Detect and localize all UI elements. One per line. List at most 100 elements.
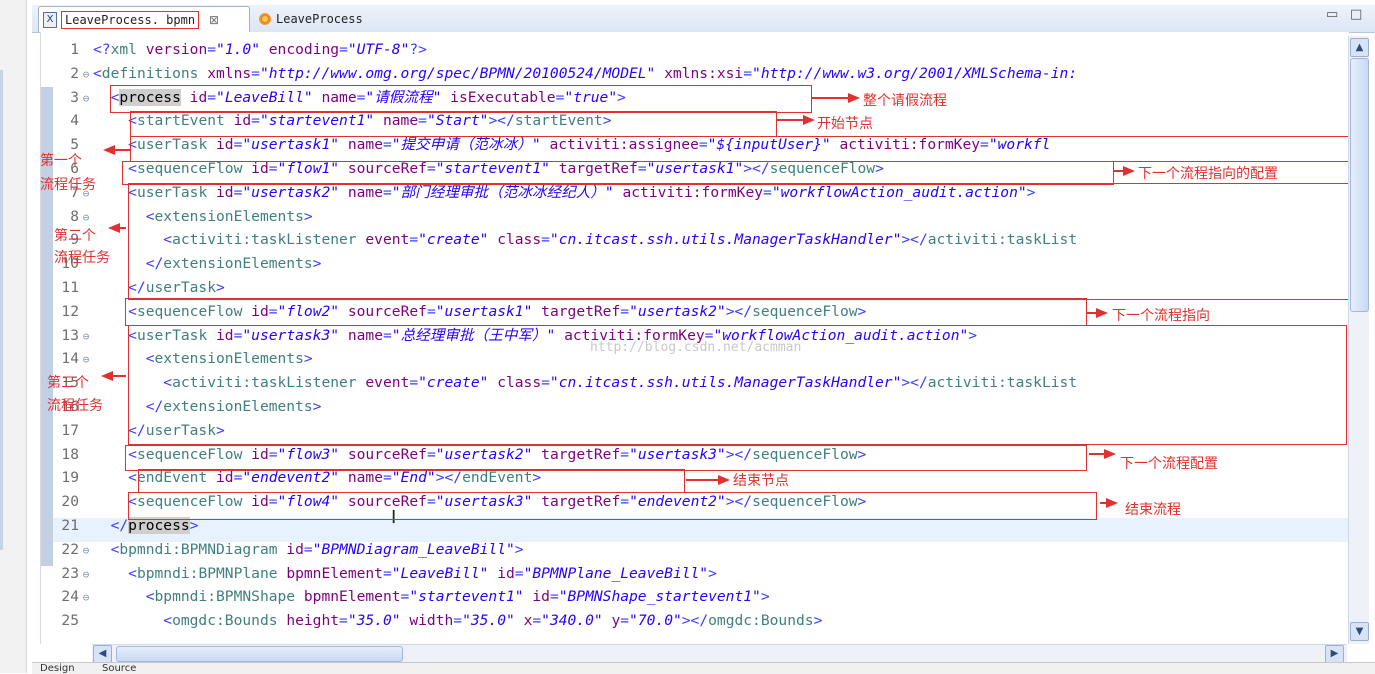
code-line[interactable]: 5 <userTask id="usertask1" name="提交申请（范冰… [53,133,1349,157]
fold-toggle-icon[interactable]: ⊖ [79,563,93,586]
code-token: name [374,112,419,130]
code-token: < [93,326,137,344]
code-line[interactable]: 16 </extensionElements> [53,395,1349,419]
fold-toggle-icon[interactable]: ⊖ [79,348,93,371]
scroll-up-icon[interactable]: ▲ [1350,38,1369,57]
code-token: id [251,302,269,320]
code-token: sequenceFlow [769,160,876,177]
text-cursor-icon: I [391,507,397,528]
code-token: sequenceFlow [136,445,252,463]
code-line[interactable]: 7 ⊖ <userTask id="usertask2" name="部门经理审批… [53,181,1349,205]
vertical-scrollbar[interactable]: ▲ ▼ [1348,36,1369,644]
code-line[interactable]: 11 </userTask> [53,276,1349,300]
code-token: id [251,160,269,177]
code-token: name [339,183,383,201]
code-token: = [339,41,348,58]
code-line[interactable]: 1 <?xml version="1.0" encoding="UTF-8"?> [53,38,1349,62]
code-token: < [93,540,120,558]
code-token: = [418,112,427,130]
code-token: endEvent [136,469,217,487]
code-line[interactable]: 10 </extensionElements> [53,252,1349,276]
code-line[interactable]: 22 ⊖ <bpmndi:BPMNDiagram id="BPMNDiagram_… [53,538,1349,562]
code-token: ></ [743,160,770,177]
code-token: "1.0" [216,41,260,58]
code-token: process [119,88,181,106]
horizontal-scrollbar[interactable]: ◀ ▶ [92,644,1347,663]
code-token: > [813,612,823,630]
minimize-icon[interactable]: ▭ [1326,7,1338,22]
code-token: = [426,160,436,177]
horizontal-scroll-thumb[interactable] [116,646,403,662]
code-token: = [620,493,630,511]
code-line[interactable]: 24 ⊖ <bpmndi:BPMNShape bpmnElement = "start… [53,585,1349,609]
line-number: 1 [70,41,79,58]
fold-toggle-icon[interactable]: ⊖ [79,539,93,562]
code-line[interactable]: 2 ⊖ <definitions xmlns="http://www.omg.org… [53,62,1349,86]
code-token: <? [93,41,111,58]
code-token: < [93,469,137,487]
code-token: = [620,302,630,320]
code-token: "startevent1" [409,588,524,606]
code-token: targetRef [532,445,621,463]
code-line[interactable]: 17 </userTask> [53,419,1349,443]
bpmn-diagram-icon [258,11,272,26]
maximize-icon[interactable]: □ [1350,7,1362,22]
code-token: userTask [145,421,217,439]
code-token: width [400,612,454,630]
code-token: "70.0" [629,612,682,630]
code-token: = [382,469,392,487]
code-line[interactable]: 3 ⊖ <process id="LeaveBill" name="请假流程" i… [53,86,1349,110]
code-token: > [968,326,978,344]
code-token: = [339,612,348,630]
annotation-label: 下一个流程指向 [1112,308,1210,324]
scroll-down-icon[interactable]: ▼ [1350,622,1369,641]
code-token: activiti:formKey [613,183,764,201]
code-token: "usertask3" [629,445,726,463]
code-line[interactable]: 23 ⊖ <bpmndi:BPMNPlane bpmnElement="Leave… [53,562,1349,586]
code-token: id [251,493,269,511]
code-line[interactable]: 4 <startEvent id="startevent1" name="Sta… [53,109,1349,133]
code-token: > [312,255,322,273]
fold-toggle-icon[interactable]: ⊖ [79,87,93,110]
code-token: = [426,302,436,320]
vertical-scroll-thumb[interactable] [1350,58,1369,312]
code-token: userTask [136,326,217,344]
tab-source[interactable]: Source [102,663,136,674]
code-token: "usertask2" [629,302,726,320]
code-token: extensionElements [154,350,304,368]
code-token: sequenceFlow [136,160,252,177]
code-token: "usertask1" [435,302,533,320]
code-token: "LeaveBill" [391,564,489,582]
code-line[interactable]: 25 <omgdc:Bounds height="35.0" width="35… [53,609,1349,633]
code-line[interactable]: 8 ⊖ <extensionElements> [53,205,1349,229]
code-token: ></ [725,493,753,511]
tab-design[interactable]: Design [40,663,75,674]
xml-source-editor[interactable]: 1 <?xml version = "1.0" encoding = "UTF-8"?> 2… [40,32,1349,644]
tab-leaveprocess-diagram[interactable]: LeaveProcess [252,6,412,31]
code-token: id [523,588,550,606]
close-icon[interactable]: ⊠ [209,13,219,27]
code-line[interactable]: 9 <activiti:taskListener event="create" … [53,228,1349,252]
code-token: activiti:taskListener [172,231,366,249]
code-token: = [532,612,542,630]
code-token: sequenceFlow [136,493,252,511]
code-token: > [532,469,542,487]
code-token: name [312,88,357,106]
fold-toggle-icon[interactable]: ⊖ [79,586,93,609]
tab-label: LeaveProcess [276,11,363,26]
fold-toggle-icon[interactable]: ⊖ [79,325,93,348]
code-token: userTask [145,279,217,296]
code-token: userTask [136,136,217,154]
line-number: 3 [70,88,79,106]
code-token: class [488,374,542,392]
code-token: > [312,398,322,415]
code-token: ></ [725,302,753,320]
tab-leaveprocess-bpmn[interactable]: X LeaveProcess. bpmn ⊠ [38,6,250,32]
code-token: "35.0" [462,612,515,630]
scroll-left-icon[interactable]: ◀ [93,645,112,663]
scroll-right-icon[interactable]: ▶ [1325,645,1344,663]
code-line[interactable]: 15 <activiti:taskListener event="create"… [53,371,1349,395]
code-token: name [339,326,383,344]
code-token: endEvent [462,469,533,487]
fold-toggle-icon[interactable]: ⊖ [79,63,93,86]
